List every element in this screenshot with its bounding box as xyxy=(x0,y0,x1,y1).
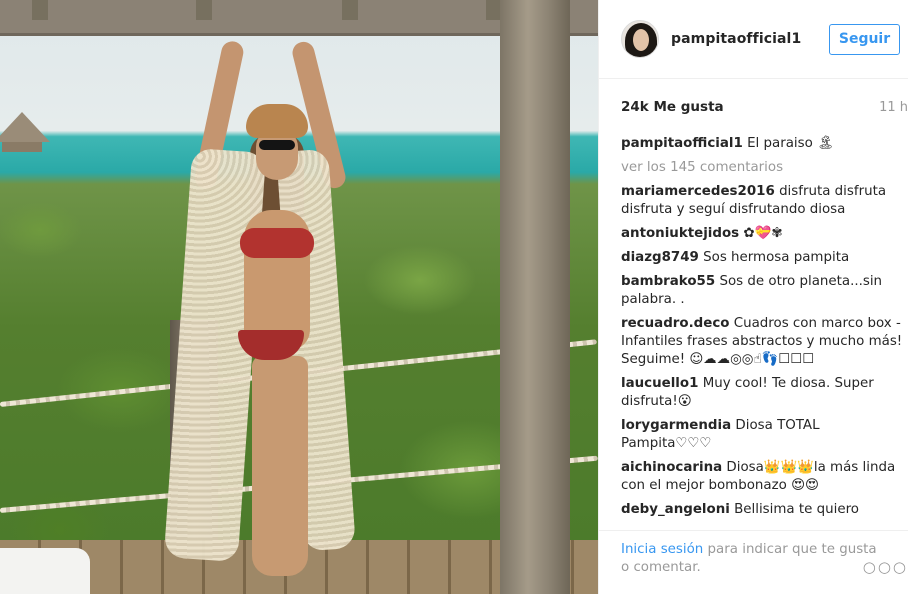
caption-username[interactable]: pampitaofficial1 xyxy=(621,136,743,151)
comment-item: aichinocarina Diosa👑👑👑la más linda con e… xyxy=(621,459,906,495)
avatar[interactable] xyxy=(621,20,659,58)
post-stats: 24k Me gusta 11 h xyxy=(599,79,916,135)
comment-username[interactable]: aichinocarina xyxy=(621,460,722,475)
caption-text: El paraiso 🏝 xyxy=(747,136,835,151)
comment-text: ✿💝✾ xyxy=(743,226,783,241)
photo-bikini-top xyxy=(240,228,314,258)
post-footer: Inicia sesión para indicar que te gusta … xyxy=(599,530,908,594)
comment-item: mariamercedes2016 disfruta disfruta disf… xyxy=(621,183,906,219)
post-time[interactable]: 11 h xyxy=(879,100,908,115)
comment-item: recuadro.deco Cuadros con marco box - In… xyxy=(621,315,906,369)
comment-item: bambrako55 Sos de otro planeta...sin pal… xyxy=(621,273,906,309)
comments-list: pampitaofficial1 El paraiso 🏝 ver los 14… xyxy=(599,135,916,519)
photo-hut xyxy=(0,112,50,154)
post-photo[interactable] xyxy=(0,0,598,594)
photo-post-right xyxy=(500,0,570,594)
comment-username[interactable]: diazg8749 xyxy=(621,250,699,265)
view-comments-link[interactable]: ver los 145 comentarios xyxy=(621,159,906,177)
photo-sunglasses xyxy=(259,140,295,150)
post-username[interactable]: pampitaofficial1 xyxy=(671,31,829,47)
comment-username[interactable]: antoniuktejidos xyxy=(621,226,739,241)
comment-item: antoniuktejidos ✿💝✾ xyxy=(621,225,906,243)
comment-text: Sos hermosa pampita xyxy=(703,250,850,265)
post-header: pampitaofficial1 Seguir xyxy=(599,0,908,79)
comment-username[interactable]: mariamercedes2016 xyxy=(621,184,775,199)
photo-hat xyxy=(246,104,308,138)
follow-button[interactable]: Seguir xyxy=(829,23,900,55)
comment-username[interactable]: lorygarmendia xyxy=(621,418,731,433)
more-options-icon[interactable]: ○○○ xyxy=(863,558,908,576)
instagram-post-view: pampitaofficial1 Seguir 24k Me gusta 11 … xyxy=(0,0,916,594)
comment-item: lorygarmendia Diosa TOTAL Pampita♡♡♡ xyxy=(621,417,906,453)
comment-item: laucuello1 Muy cool! Te diosa. Super dis… xyxy=(621,375,906,411)
comment-username[interactable]: recuadro.deco xyxy=(621,316,729,331)
post-sidebar: pampitaofficial1 Seguir 24k Me gusta 11 … xyxy=(598,0,916,594)
login-prompt: Inicia sesión para indicar que te gusta … xyxy=(621,541,881,594)
likes-count[interactable]: 24k Me gusta xyxy=(621,99,724,115)
comment-item: deby_angeloni Bellisima te quiero xyxy=(621,501,906,519)
comment-username[interactable]: laucuello1 xyxy=(621,376,698,391)
comment-text: Bellisima te quiero xyxy=(734,502,859,517)
photo-legs xyxy=(252,356,308,576)
photo-towel xyxy=(0,548,90,594)
login-link[interactable]: Inicia sesión xyxy=(621,542,703,557)
caption: pampitaofficial1 El paraiso 🏝 xyxy=(621,135,906,153)
comment-username[interactable]: bambrako55 xyxy=(621,274,715,289)
comment-username[interactable]: deby_angeloni xyxy=(621,502,730,517)
comment-item: diazg8749 Sos hermosa pampita xyxy=(621,249,906,267)
